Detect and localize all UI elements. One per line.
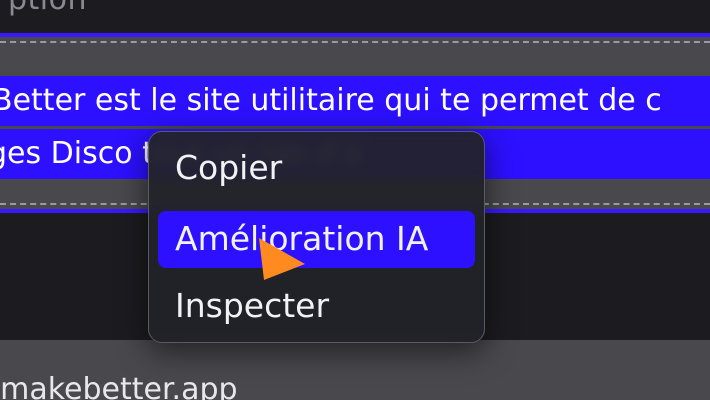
selected-text-line-1[interactable]: Better est le site utilitaire qui te per… [0,76,710,126]
menu-item-copier[interactable]: Copier [158,140,475,196]
mouse-cursor-icon [259,238,305,280]
context-menu: Copier Amélioration IA Inspecter [148,131,485,343]
url-input-value: /makebetter.app [0,372,238,400]
description-text-line-1: Better est le site utilitaire qui te per… [0,83,662,118]
menu-item-inspecter[interactable]: Inspecter [158,278,475,334]
editor-canvas: ption Better est le site utilitaire qui … [0,0,710,400]
description-field-label: ption [8,0,87,17]
selection-outline-top [0,41,710,43]
menu-item-amelioration-ia[interactable]: Amélioration IA [158,211,475,268]
